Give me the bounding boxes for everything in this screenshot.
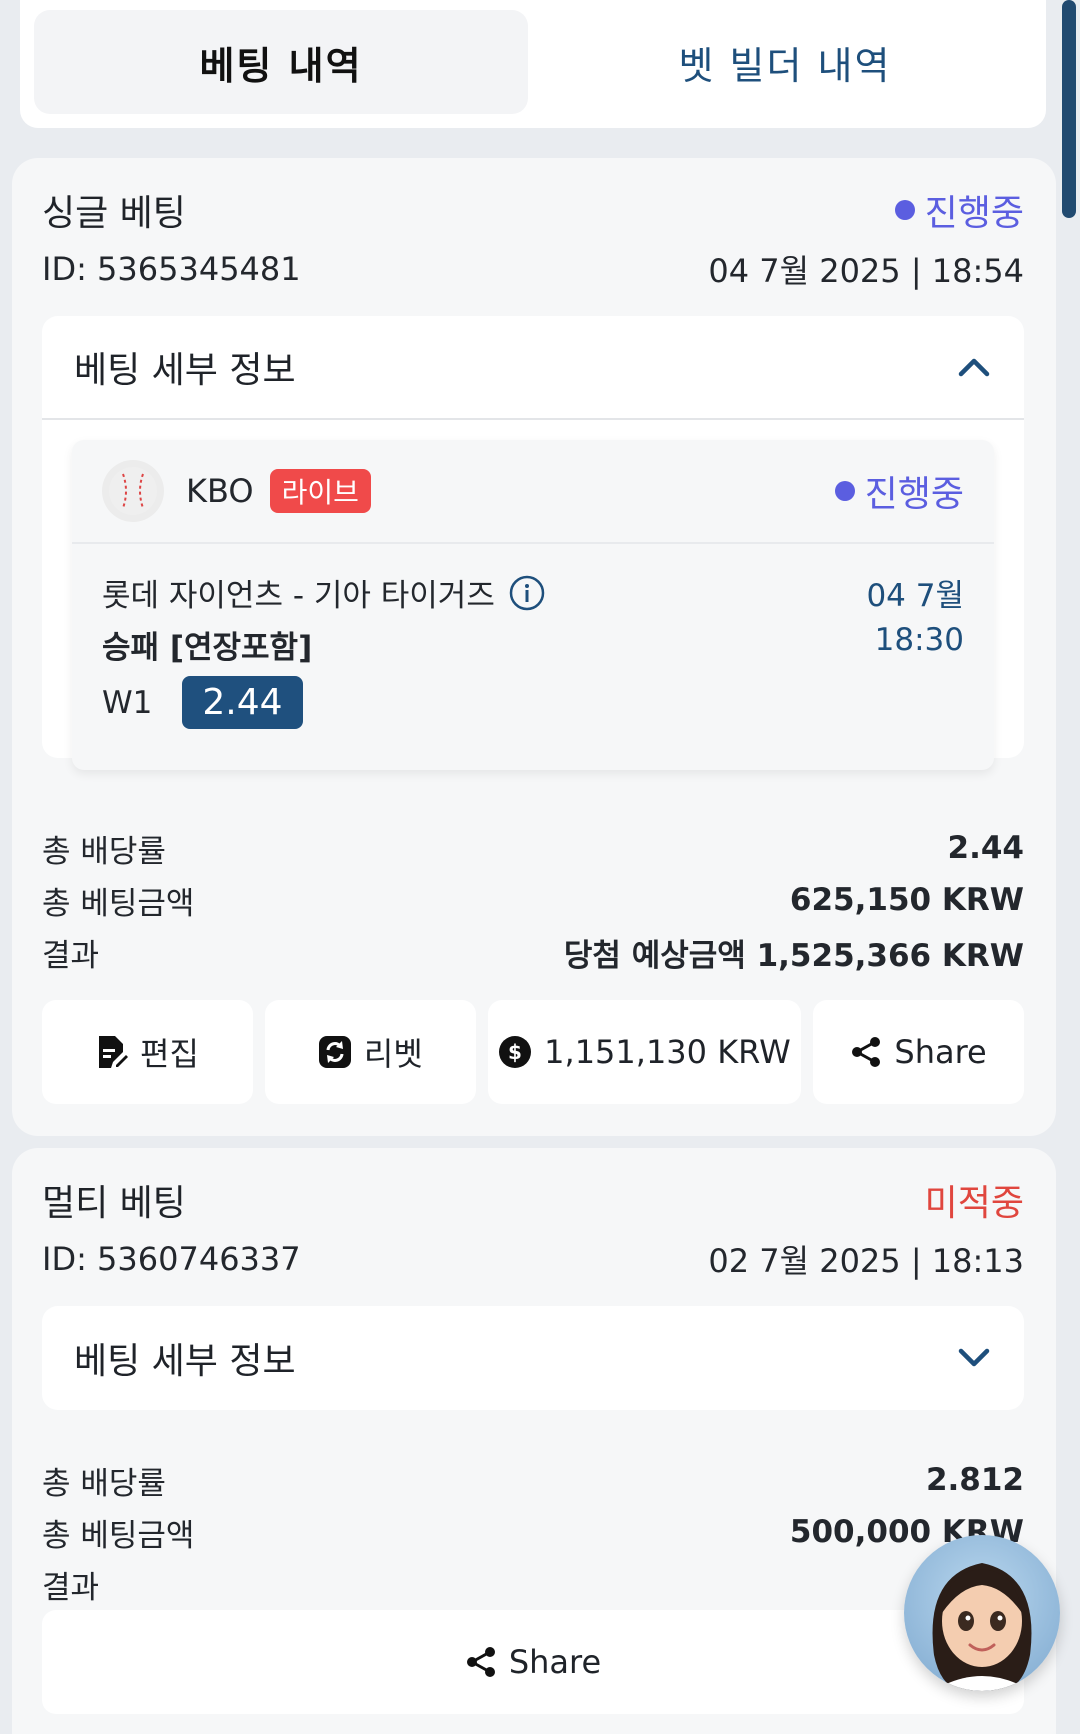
cashout-button[interactable]: $ 1,151,130 KRW xyxy=(487,1000,802,1104)
total-stake-label: 총 베팅금액 xyxy=(42,1517,195,1554)
bet-details-panel: 베팅 세부 정보 xyxy=(42,1306,1024,1410)
bet-actions: Share xyxy=(42,1610,1024,1714)
event-status: 진행중 xyxy=(834,465,964,517)
tab-bet-builder-history[interactable]: 벳 빌더 내역 xyxy=(538,10,1032,114)
bet-id: ID: 5365345481 xyxy=(42,250,301,288)
bet-type-title: 멀티 베팅 xyxy=(42,1183,186,1224)
event-date: 04 7월 xyxy=(866,578,964,614)
rebet-icon xyxy=(318,1036,351,1068)
odds-chip: 2.44 xyxy=(182,676,303,729)
share-button[interactable]: Share xyxy=(813,1000,1025,1104)
status-dot-icon xyxy=(834,481,855,501)
pick-row: W1 2.44 xyxy=(102,676,303,729)
bet-details-title: 베팅 세부 정보 xyxy=(74,1341,296,1382)
bet-details-panel: 베팅 세부 정보 KBO 라이브 진행중 롯데 자이언츠 - 기아 타이거즈 승… xyxy=(42,316,1024,770)
match-name: 롯데 자이언츠 - 기아 타이거즈 xyxy=(102,578,495,614)
share-icon xyxy=(852,1037,881,1067)
assistant-face-icon xyxy=(932,1563,1032,1691)
event-item: KBO 라이브 진행중 롯데 자이언츠 - 기아 타이거즈 승패 [연장포함] … xyxy=(72,440,994,770)
total-stake-value: 625,150 KRW xyxy=(789,882,1024,918)
share-icon xyxy=(466,1647,495,1677)
bet-card-single: 싱글 베팅 진행중 ID: 5365345481 04 7월 2025 | 18… xyxy=(12,158,1056,1136)
baseball-icon xyxy=(102,460,164,522)
bet-datetime: 02 7월 2025 | 18:13 xyxy=(708,1242,1024,1280)
status-dot-icon xyxy=(894,200,915,220)
tab-bet-history[interactable]: 베팅 내역 xyxy=(34,10,528,114)
share-button[interactable]: Share xyxy=(42,1610,1024,1714)
bet-summary: 총 배당률 2.44 총 베팅금액 625,150 KRW 결과 당첨 예상금액 1,… xyxy=(42,822,1024,978)
assistant-avatar[interactable] xyxy=(904,1535,1060,1691)
cashout-amount: 1,151,130 KRW xyxy=(544,1033,791,1071)
bet-summary: 총 배당률 2.812 총 베팅금액 500,000 KRW 결과 xyxy=(42,1454,1024,1610)
bet-id: ID: 5360746337 xyxy=(42,1240,301,1278)
total-odds-label: 총 배당률 xyxy=(42,833,166,870)
bet-type-title: 싱글 베팅 xyxy=(42,193,186,234)
total-stake-label: 총 베팅금액 xyxy=(42,885,195,922)
bet-datetime: 04 7월 2025 | 18:54 xyxy=(708,252,1024,290)
bet-details-toggle[interactable]: 베팅 세부 정보 xyxy=(42,1306,1024,1410)
total-odds-value: 2.812 xyxy=(925,1462,1024,1498)
bet-details-title: 베팅 세부 정보 xyxy=(74,350,296,391)
event-status-label: 진행중 xyxy=(864,474,964,515)
league-name: KBO xyxy=(186,472,254,510)
rebet-label: 리벳 xyxy=(363,1035,423,1073)
chevron-up-icon[interactable] xyxy=(954,347,994,387)
bet-status: 미적중 xyxy=(924,1183,1024,1224)
bet-status: 진행중 xyxy=(894,184,1024,236)
result-label: 결과 xyxy=(42,1569,100,1606)
pick-outcome: W1 xyxy=(102,684,153,721)
market-name: 승패 [연장포함] xyxy=(102,630,313,666)
bet-card-multi: 멀티 베팅 미적중 ID: 5360746337 02 7월 2025 | 18… xyxy=(12,1148,1056,1734)
edit-button[interactable]: 편집 xyxy=(42,1000,253,1104)
bet-actions: 편집 리벳 $ 1,151,130 KRW Share xyxy=(42,1000,1025,1104)
total-odds-label: 총 배당률 xyxy=(42,1465,166,1502)
share-label: Share xyxy=(508,1643,602,1681)
bet-details-toggle[interactable]: 베팅 세부 정보 xyxy=(42,316,1024,420)
share-label: Share xyxy=(894,1033,987,1071)
svg-text:$: $ xyxy=(508,1040,522,1064)
chevron-down-icon[interactable] xyxy=(954,1338,994,1378)
result-label: 결과 xyxy=(42,937,100,974)
event-time: 18:30 xyxy=(874,622,964,658)
dollar-coin-icon: $ xyxy=(499,1036,532,1068)
bet-status-label: 진행중 xyxy=(924,193,1024,234)
match-name-row: 롯데 자이언츠 - 기아 타이거즈 xyxy=(102,570,545,615)
edit-label: 편집 xyxy=(140,1035,199,1073)
result-value: 당첨 예상금액 1,525,366 KRW xyxy=(563,937,1024,974)
info-icon[interactable] xyxy=(509,575,545,611)
total-odds-value: 2.44 xyxy=(947,830,1025,866)
live-badge: 라이브 xyxy=(269,469,371,513)
rebet-button[interactable]: 리벳 xyxy=(264,1000,476,1104)
scrollbar[interactable] xyxy=(1062,0,1076,218)
edit-doc-icon xyxy=(99,1036,128,1068)
tabs-bar: 베팅 내역 벳 빌더 내역 xyxy=(20,0,1046,128)
